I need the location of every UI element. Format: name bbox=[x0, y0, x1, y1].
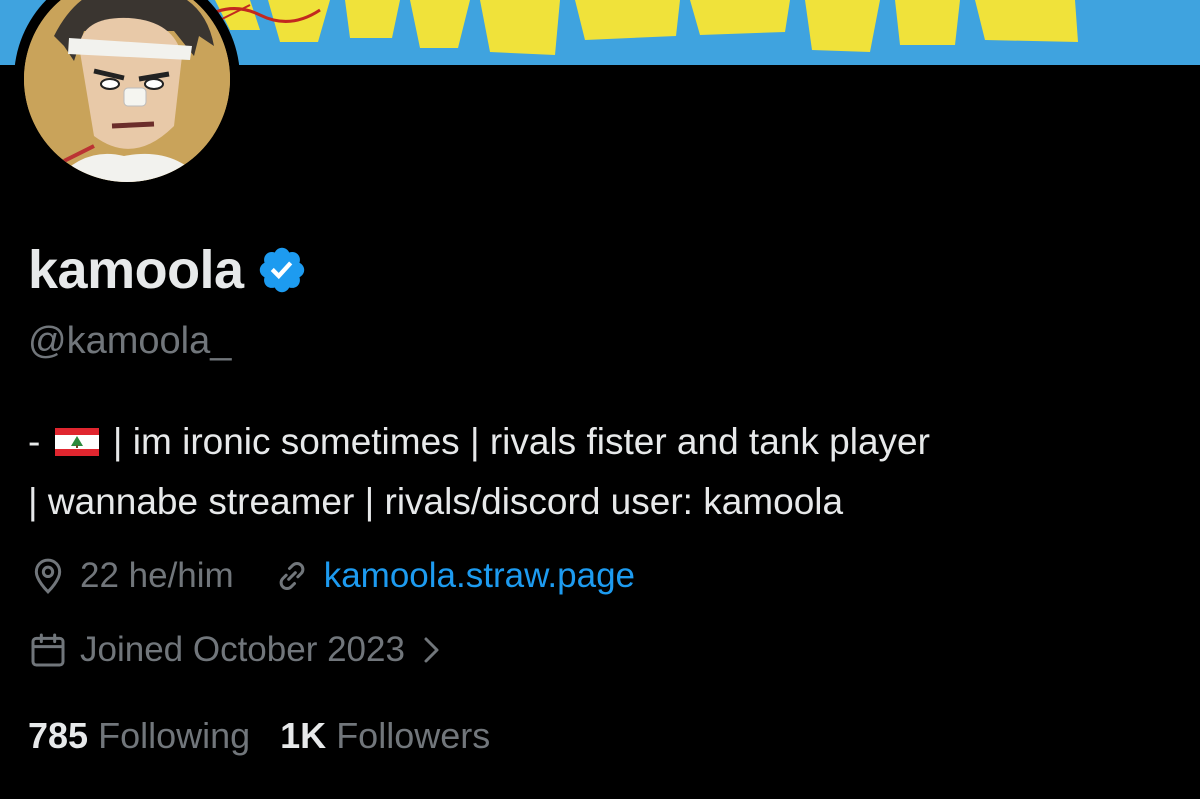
link-icon bbox=[279, 562, 305, 590]
joined-row[interactable]: Joined October 2023 bbox=[28, 626, 445, 674]
bio-line-2: | wannabe streamer | rivals/discord user… bbox=[28, 481, 844, 522]
bio-text-1: | im ironic sometimes | rivals fister an… bbox=[102, 421, 930, 462]
display-name: kamoola bbox=[28, 240, 244, 300]
avatar-image bbox=[24, 0, 230, 182]
following-label[interactable]: Following bbox=[98, 715, 250, 757]
display-name-row: kamoola bbox=[28, 238, 308, 302]
chevron-right-icon bbox=[424, 637, 439, 663]
followers-count[interactable]: 1K bbox=[280, 715, 326, 757]
bio-line-1: - | im ironic sometimes | rivals fister … bbox=[28, 412, 1188, 472]
verified-badge-icon[interactable] bbox=[256, 244, 308, 296]
location-pin-icon bbox=[34, 558, 62, 594]
website-link[interactable]: kamoola.straw.page bbox=[324, 556, 635, 596]
follow-stats: 785 Following 1K Followers bbox=[28, 712, 520, 760]
followers-label[interactable]: Followers bbox=[336, 715, 490, 757]
joined-text: Joined October 2023 bbox=[80, 630, 405, 669]
user-handle: @kamoola_ bbox=[28, 320, 232, 362]
location-text: 22 he/him bbox=[80, 556, 234, 595]
bio: - | im ironic sometimes | rivals fister … bbox=[28, 412, 1188, 532]
lebanon-flag-icon bbox=[54, 428, 99, 456]
avatar-illustration bbox=[24, 0, 230, 182]
following-count[interactable]: 785 bbox=[28, 715, 88, 757]
profile-meta-row: 22 he/him kamoola.straw.page bbox=[28, 552, 635, 600]
calendar-icon bbox=[31, 633, 65, 667]
avatar[interactable] bbox=[14, 0, 240, 192]
bio-prefix: - bbox=[28, 421, 51, 462]
